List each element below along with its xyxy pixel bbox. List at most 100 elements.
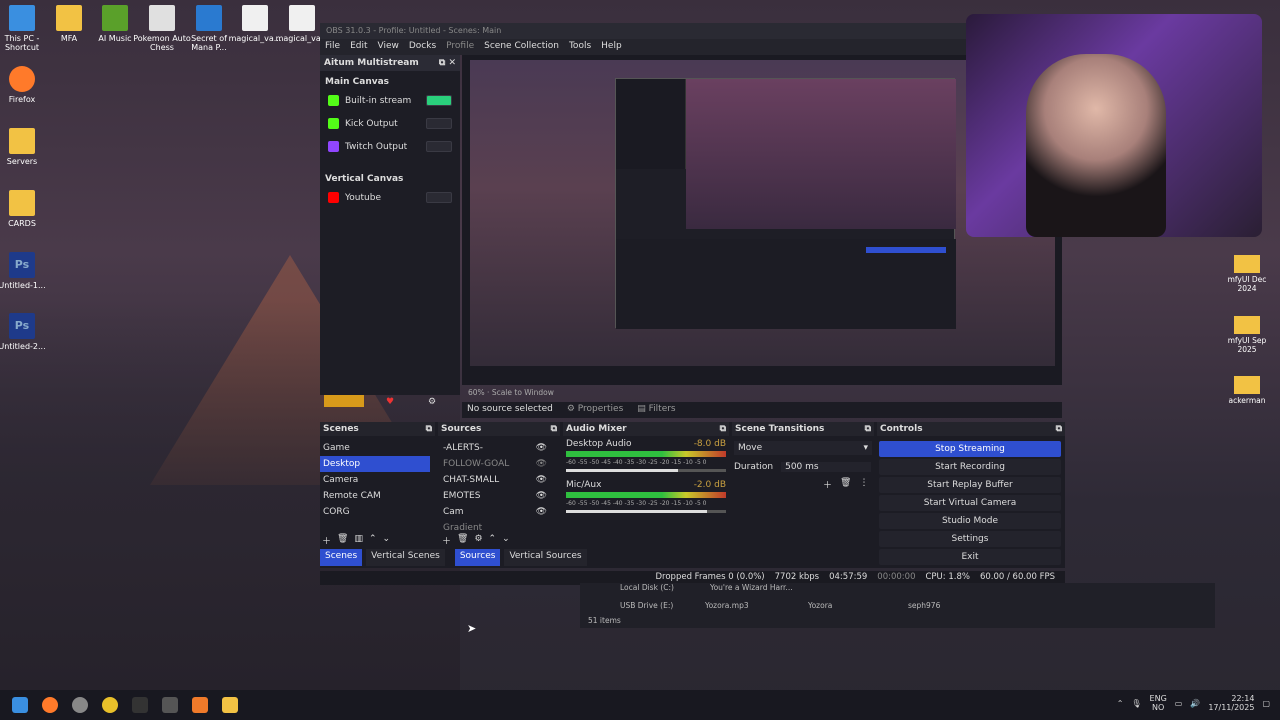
output-youtube[interactable]: Youtube [320, 186, 460, 209]
dock-undock-icon[interactable]: ⧉ [720, 424, 726, 434]
desktop-icon-comfyui-dec[interactable]: mfyUI Dec 2024 [1222, 255, 1272, 293]
accent-button[interactable] [324, 395, 364, 407]
duration-input[interactable]: 500 ms [781, 462, 872, 472]
menu-tools[interactable]: Tools [569, 41, 591, 53]
menu-help[interactable]: Help [601, 41, 622, 53]
heart-icon[interactable]: ♥ [386, 397, 394, 407]
dock-undock-icon[interactable]: ⧉ [1056, 424, 1062, 434]
desktop-icon-untitled-2[interactable]: Ps Untitled-2... [0, 313, 52, 351]
file-explorer-icon[interactable] [222, 697, 238, 713]
desktop-icon-servers[interactable]: Servers [0, 128, 52, 166]
add-icon[interactable]: ＋ [442, 534, 451, 547]
eye-icon[interactable]: 👁 [536, 475, 547, 485]
desktop-icon-cards[interactable]: CARDS [0, 190, 52, 228]
close-icon[interactable]: ⧉ ✕ [439, 58, 456, 68]
file-item-yozora[interactable]: Yozora.mp3 [705, 601, 749, 610]
menu-scene-collection[interactable]: Scene Collection [484, 41, 559, 53]
output-toggle[interactable] [426, 118, 452, 129]
trash-icon[interactable]: 🗑 [457, 534, 468, 547]
scene-item[interactable]: Remote CAM [320, 488, 430, 504]
desktop-icon-untitled-1[interactable]: Ps Untitled-1... [0, 252, 52, 290]
preview-zoom[interactable]: 60% · Scale to Window [468, 388, 554, 397]
obs-title-bar[interactable]: OBS 31.0.3 - Profile: Untitled - Scenes:… [320, 23, 1065, 39]
menu-file[interactable]: File [325, 41, 340, 53]
down-icon[interactable]: ⌄ [502, 534, 510, 547]
source-item[interactable]: -ALERTS- 👁 [440, 440, 550, 456]
vlc-icon[interactable] [192, 697, 208, 713]
start-replay-buffer-button[interactable]: Start Replay Buffer [879, 477, 1061, 493]
dock-undock-icon[interactable]: ⧉ [865, 424, 871, 434]
down-icon[interactable]: ⌄ [383, 534, 391, 547]
volume-slider[interactable] [566, 510, 726, 513]
network-icon[interactable]: ▭ [1175, 699, 1183, 708]
trash-icon[interactable]: 🗑 [840, 478, 851, 491]
stop-streaming-button[interactable]: Stop Streaming [879, 441, 1061, 457]
output-toggle[interactable] [426, 95, 452, 106]
chrome-icon[interactable] [102, 697, 118, 713]
filters-button[interactable]: ▤ Filters [637, 404, 675, 416]
volume-icon[interactable]: 🔊 [1190, 699, 1200, 708]
gear-icon[interactable]: ⚙ [428, 397, 436, 407]
up-icon[interactable]: ⌃ [489, 534, 497, 547]
file-item-other[interactable]: You're a Wizard Harr... [710, 583, 793, 592]
more-icon[interactable]: ⋮ [859, 478, 868, 491]
tab-scenes[interactable]: Scenes [320, 549, 363, 566]
output-toggle[interactable] [426, 192, 452, 203]
source-item[interactable]: EMOTES 👁 [440, 488, 550, 504]
start-virtual-camera-button[interactable]: Start Virtual Camera [879, 495, 1061, 511]
eye-icon[interactable]: 👁 [536, 443, 547, 453]
add-icon[interactable]: ＋ [823, 478, 832, 491]
desktop-icon-comfyui-sep[interactable]: mfyUI Sep 2025 [1222, 316, 1272, 354]
transition-select[interactable]: Move ▾ [734, 441, 872, 455]
tab-vertical-sources[interactable]: Vertical Sources [504, 549, 587, 566]
output-kick[interactable]: Kick Output [320, 112, 460, 135]
output-twitch[interactable]: Twitch Output [320, 135, 460, 158]
settings-button[interactable]: Settings [879, 531, 1061, 547]
properties-button[interactable]: ⚙ Properties [567, 404, 623, 416]
scene-item[interactable]: Game [320, 440, 430, 456]
firefox-icon[interactable] [42, 697, 58, 713]
language-indicator[interactable]: ENG NO [1150, 694, 1167, 712]
scene-item[interactable]: CORG [320, 504, 430, 520]
add-icon[interactable]: ＋ [322, 534, 331, 547]
eye-icon[interactable]: 👁 [536, 491, 547, 501]
output-toggle[interactable] [426, 141, 452, 152]
source-item[interactable]: CHAT-SMALL 👁 [440, 472, 550, 488]
scene-item[interactable]: Desktop [320, 456, 430, 472]
gear-icon[interactable]: ⚙ [474, 534, 482, 547]
scene-item[interactable]: Camera [320, 472, 430, 488]
source-item[interactable]: Cam 👁 [440, 504, 550, 520]
menu-edit[interactable]: Edit [350, 41, 367, 53]
trash-icon[interactable]: 🗑 [337, 534, 348, 547]
source-item[interactable]: FOLLOW-GOAL 👁 [440, 456, 550, 472]
menu-docks[interactable]: Docks [409, 41, 436, 53]
studio-mode-button[interactable]: Studio Mode [879, 513, 1061, 529]
drive-c[interactable]: Local Disk (C:) [620, 583, 674, 592]
exit-button[interactable]: Exit [879, 549, 1061, 565]
start-recording-button[interactable]: Start Recording [879, 459, 1061, 475]
dock-undock-icon[interactable]: ⧉ [551, 424, 557, 434]
dock-undock-icon[interactable]: ⧉ [426, 424, 432, 434]
clock[interactable]: 22:14 17/11/2025 [1208, 694, 1254, 712]
filter-icon[interactable]: ▥ [354, 534, 363, 547]
desktop-icon-firefox[interactable]: Firefox [0, 66, 52, 104]
volume-slider[interactable] [566, 469, 726, 472]
menu-profile[interactable]: Profile [446, 41, 474, 53]
output-built-in-stream[interactable]: Built-in stream [320, 89, 460, 112]
github-icon[interactable] [72, 697, 88, 713]
drive-e[interactable]: USB Drive (E:) [620, 601, 673, 610]
eye-icon[interactable]: 👁 [536, 459, 547, 469]
up-icon[interactable]: ⌃ [369, 534, 377, 547]
mic-icon[interactable]: 🎙 [1131, 699, 1141, 708]
eye-icon[interactable]: 👁 [536, 507, 547, 517]
windows-start-icon[interactable] [12, 697, 28, 713]
tab-sources[interactable]: Sources [454, 549, 501, 566]
desktop-icon-ackerman[interactable]: ackerman [1222, 376, 1272, 405]
chevron-up-icon[interactable]: ⌃ [1117, 699, 1124, 708]
tab-vertical-scenes[interactable]: Vertical Scenes [366, 549, 445, 566]
menu-view[interactable]: View [378, 41, 399, 53]
terminal-icon[interactable] [132, 697, 148, 713]
app-icon[interactable] [162, 697, 178, 713]
source-item[interactable]: Gradient [440, 520, 550, 532]
notification-icon[interactable]: ▢ [1262, 699, 1270, 708]
